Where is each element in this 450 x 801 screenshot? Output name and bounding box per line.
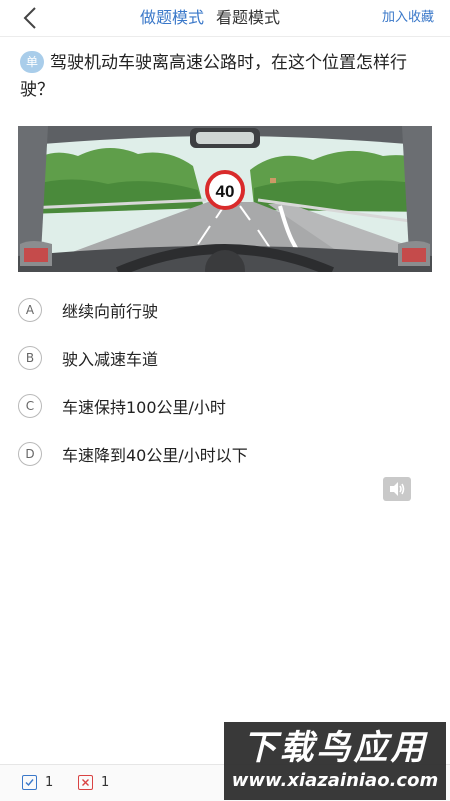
option-b[interactable]: B 驶入减速车道 [18, 334, 432, 382]
wrong-count: 1 [101, 775, 110, 790]
speaker-icon [390, 482, 405, 496]
option-text: 车速降到40公里/小时以下 [62, 446, 248, 465]
correct-count-stat[interactable]: 1 [22, 775, 53, 790]
option-letter: B [18, 346, 42, 370]
option-d[interactable]: D 车速降到40公里/小时以下 [18, 430, 432, 478]
option-letter: A [18, 298, 42, 322]
question-stem: 驾驶机动车驶离高速公路时，在这个位置怎样行驶？ [20, 53, 407, 100]
speed-limit-value: 40 [216, 182, 235, 201]
tab-practice-mode[interactable]: 做题模式 [140, 6, 204, 30]
watermark-title: 下载鸟应用 [242, 728, 428, 768]
read-aloud-button[interactable] [383, 477, 411, 501]
tab-review-mode[interactable]: 看题模式 [216, 6, 280, 30]
wrong-count-stat[interactable]: 1 [78, 775, 109, 790]
question-illustration: 40 [18, 126, 432, 272]
option-letter: D [18, 442, 42, 466]
watermark: 下载鸟应用 www.xiazainiao.com [224, 722, 446, 800]
add-favorite-button[interactable]: 加入收藏 [382, 8, 434, 28]
mode-tabs: 做题模式 看题模式 [140, 6, 280, 30]
correct-count: 1 [45, 775, 54, 790]
check-icon [22, 775, 37, 790]
option-text: 车速保持100公里/小时 [62, 398, 226, 417]
top-bar: 做题模式 看题模式 加入收藏 [0, 0, 450, 37]
option-a[interactable]: A 继续向前行驶 [18, 286, 432, 334]
option-text: 驶入减速车道 [62, 350, 159, 369]
watermark-url: www.xiazainiao.com [231, 770, 439, 791]
option-text: 继续向前行驶 [62, 302, 159, 321]
option-c[interactable]: C 车速保持100公里/小时 [18, 382, 432, 430]
question-text: 单驾驶机动车驶离高速公路时，在这个位置怎样行驶？ [20, 50, 430, 104]
chevron-left-icon [23, 7, 36, 29]
option-letter: C [18, 394, 42, 418]
question-type-badge: 单 [20, 51, 44, 73]
cross-icon [78, 775, 93, 790]
speed-limit-sign: 40 [205, 170, 245, 210]
back-button[interactable] [16, 4, 44, 32]
driving-scene-image: 40 [18, 126, 432, 272]
answer-options: A 继续向前行驶 B 驶入减速车道 C 车速保持100公里/小时 D 车速降到4… [18, 286, 432, 478]
question: 单驾驶机动车驶离高速公路时，在这个位置怎样行驶？ [20, 50, 430, 104]
